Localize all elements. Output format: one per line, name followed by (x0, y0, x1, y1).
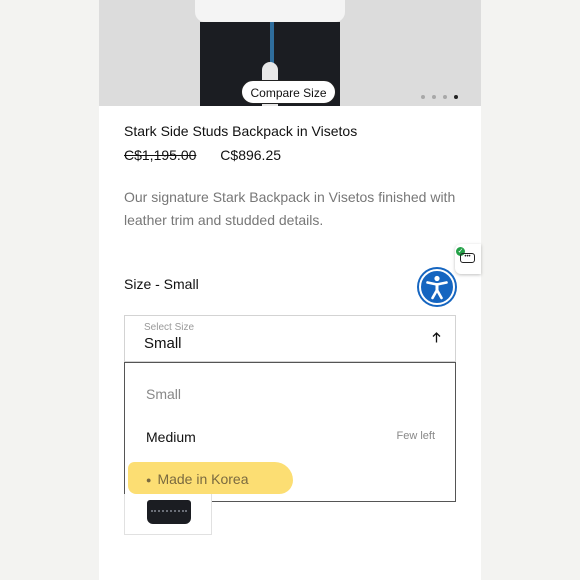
bullet-icon: ● (146, 475, 152, 486)
select-caption: Select Size (144, 322, 195, 333)
carousel-dot-active[interactable] (454, 95, 458, 99)
carousel-dots (421, 95, 458, 99)
product-title: Stark Side Studs Backpack in Visetos (124, 123, 358, 139)
size-dropdown: Small Medium Few left ● Made in Korea (124, 362, 456, 502)
product-thumbnail[interactable] (124, 494, 212, 535)
sale-price: C$896.25 (220, 147, 282, 163)
backpack-thumbnail-image (147, 500, 191, 524)
carousel-dot[interactable] (432, 95, 436, 99)
product-description: Our signature Stark Backpack in Visetos … (124, 189, 456, 228)
arrow-up-icon (432, 331, 441, 346)
size-label: Size - Small (124, 276, 199, 292)
price-row: C$1,195.00 C$896.25 (124, 147, 281, 163)
size-option-medium[interactable]: Medium (146, 429, 196, 445)
size-option-small[interactable]: Small (146, 386, 181, 402)
original-price: C$1,195.00 (124, 147, 197, 163)
stock-note: Few left (396, 430, 435, 442)
accessibility-icon[interactable] (417, 267, 457, 307)
origin-note: ● Made in Korea (146, 471, 249, 487)
compare-size-button[interactable]: Compare Size (241, 80, 336, 104)
carousel-dot[interactable] (421, 95, 425, 99)
size-select[interactable]: Select Size Small (124, 315, 456, 362)
chat-dots-icon: ••• (460, 253, 475, 263)
carousel-dot[interactable] (443, 95, 447, 99)
origin-text: Made in Korea (157, 471, 249, 487)
select-value: Small (144, 335, 182, 352)
model-shirt (195, 0, 345, 22)
chat-bubble-icon[interactable]: ✓ ••• (455, 244, 481, 274)
